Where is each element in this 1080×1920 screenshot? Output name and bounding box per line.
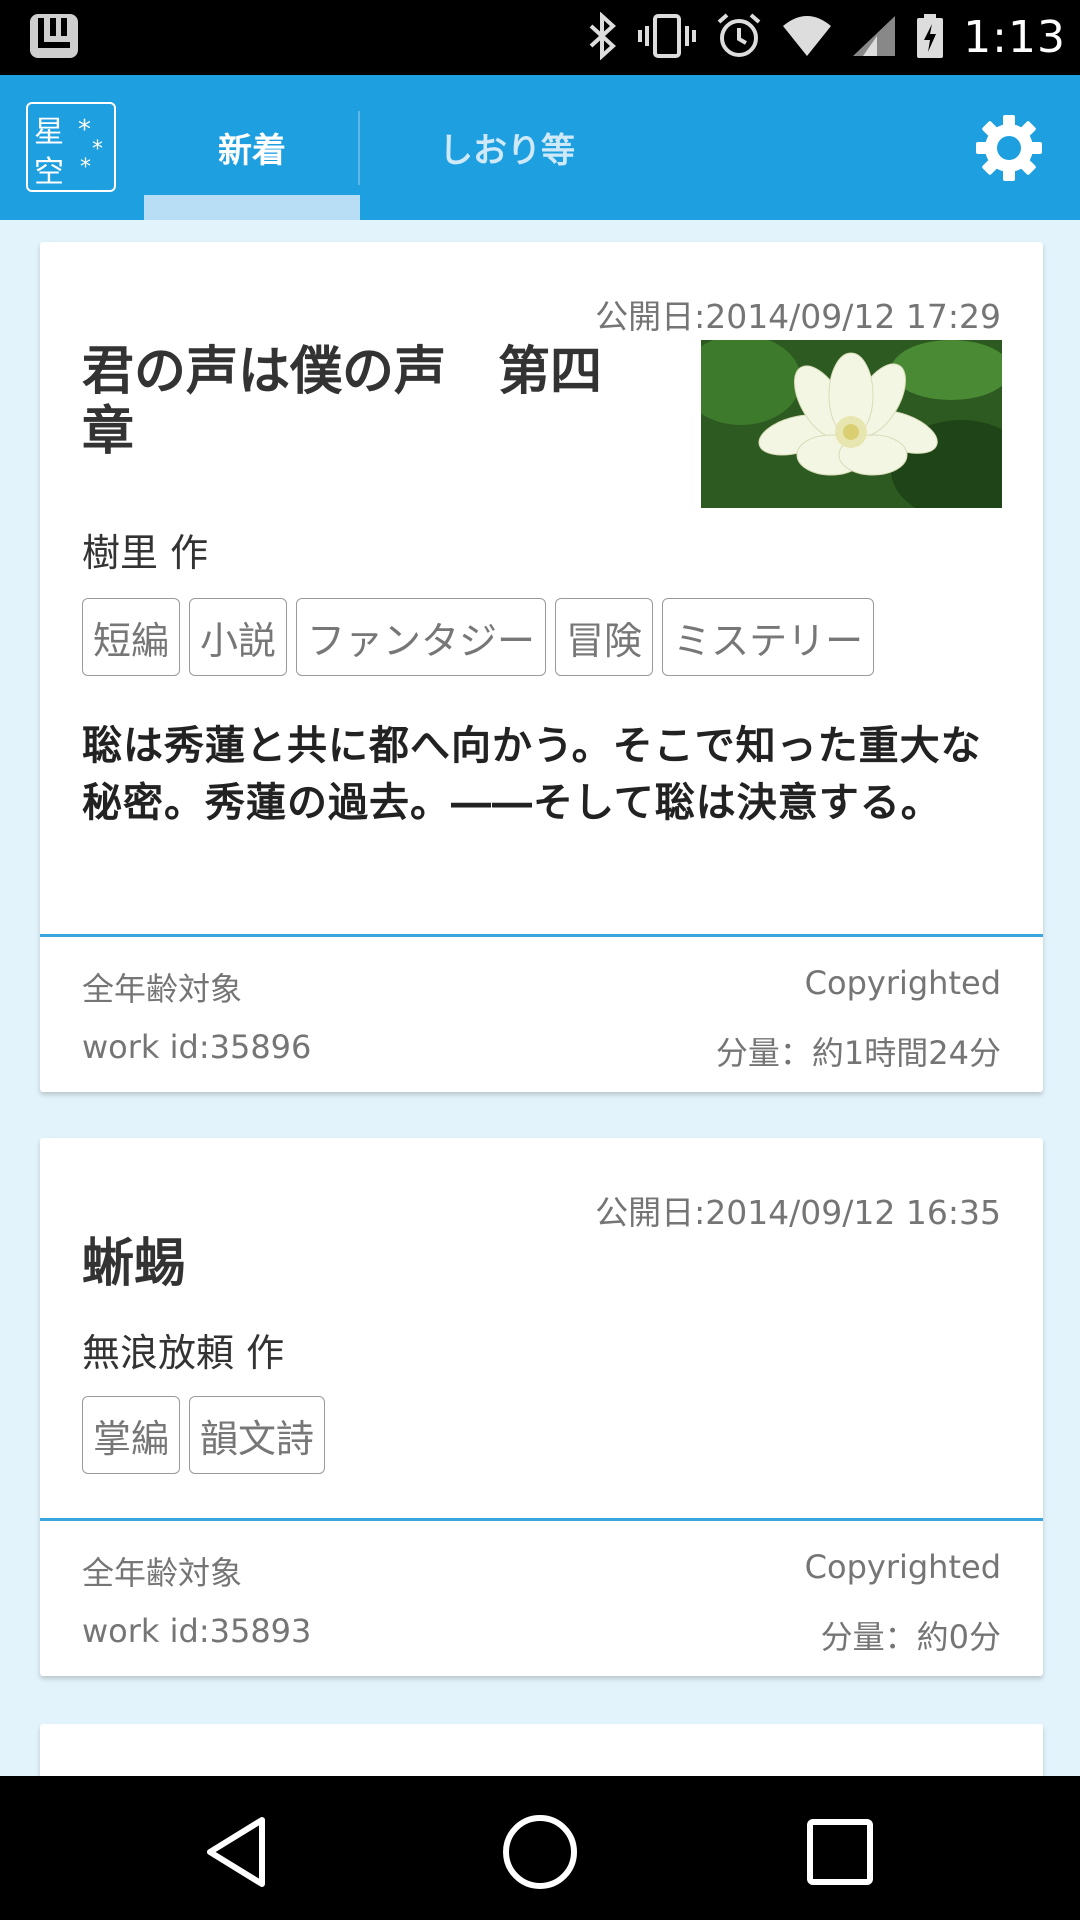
work-card[interactable]: [40, 1724, 1043, 1784]
card-divider: [40, 1518, 1043, 1521]
app-logo[interactable]: 星 空 * * *: [26, 102, 116, 192]
publish-date: 公開日:2014/09/12 17:29: [595, 297, 1001, 336]
tab-bookmarks[interactable]: しおり等: [362, 75, 652, 220]
tab-bookmarks-label: しおり等: [439, 131, 575, 171]
age-rating: 全年齢対象: [82, 970, 243, 1008]
active-tab-indicator: [144, 195, 360, 220]
work-id: work id:35893: [82, 1612, 312, 1650]
tag[interactable]: 短編: [82, 598, 181, 676]
clock: 1:13: [963, 12, 1066, 63]
notification-icon: [28, 12, 80, 64]
work-card[interactable]: 公開日:2014/09/12 17:29 君の声は僕の声 第四章 樹里 作 短編…: [40, 242, 1043, 1092]
reading-length: 分量：約1時間24分: [715, 1034, 1001, 1072]
work-thumbnail: [701, 340, 1002, 508]
tag[interactable]: 冒険: [555, 598, 654, 676]
publish-date: 公開日:2014/09/12 16:35: [595, 1193, 1001, 1232]
tag[interactable]: ミステリー: [662, 598, 875, 676]
svg-text:*: *: [80, 155, 91, 180]
back-icon[interactable]: [198, 1812, 278, 1892]
reading-length: 分量：約0分: [820, 1618, 1001, 1656]
tag-list: 短編 小説 ファンタジー 冒険 ミステリー: [82, 598, 875, 676]
tag-list: 掌編 韻文詩: [82, 1396, 326, 1474]
card-divider: [40, 934, 1043, 937]
work-card[interactable]: 公開日:2014/09/12 16:35 蜥蜴 無浪放頼 作 掌編 韻文詩 全年…: [40, 1138, 1043, 1676]
copyright-status: Copyrighted: [804, 964, 1001, 1002]
alarm-icon: [715, 12, 763, 64]
age-rating: 全年齢対象: [82, 1554, 243, 1592]
svg-text:空: 空: [34, 155, 64, 190]
navigation-bar: [0, 1776, 1080, 1920]
tag[interactable]: 韻文詩: [189, 1396, 326, 1474]
status-bar: 1:13: [0, 0, 1080, 75]
app-bar: 星 空 * * * 新着 しおり等: [0, 75, 1080, 220]
work-author: 無浪放頼 作: [82, 1331, 285, 1375]
tag[interactable]: 小説: [189, 598, 288, 676]
tab-divider: [358, 111, 360, 185]
tag[interactable]: ファンタジー: [296, 598, 547, 676]
work-author: 樹里 作: [82, 531, 209, 575]
recent-apps-icon[interactable]: [800, 1812, 880, 1892]
home-icon[interactable]: [500, 1812, 580, 1892]
cell-signal-icon: [851, 14, 897, 62]
work-id: work id:35896: [82, 1028, 312, 1066]
tab-new-label: 新着: [218, 131, 286, 171]
copyright-status: Copyrighted: [804, 1548, 1001, 1586]
work-description: 聡は秀蓮と共に都へ向かう。そこで知った重大な秘密。秀蓮の過去。――そして聡は決意…: [82, 722, 982, 826]
svg-text:星: 星: [34, 115, 64, 150]
wifi-icon: [781, 14, 833, 62]
vibrate-icon: [637, 12, 697, 64]
svg-text:*: *: [92, 137, 103, 162]
battery-icon: [915, 12, 945, 64]
gear-icon[interactable]: [974, 113, 1044, 183]
tag[interactable]: 掌編: [82, 1396, 181, 1474]
work-title: 君の声は僕の声 第四章: [82, 341, 603, 462]
bluetooth-icon: [585, 10, 619, 64]
work-title: 蜥蜴: [82, 1233, 187, 1294]
svg-text:*: *: [78, 115, 91, 145]
